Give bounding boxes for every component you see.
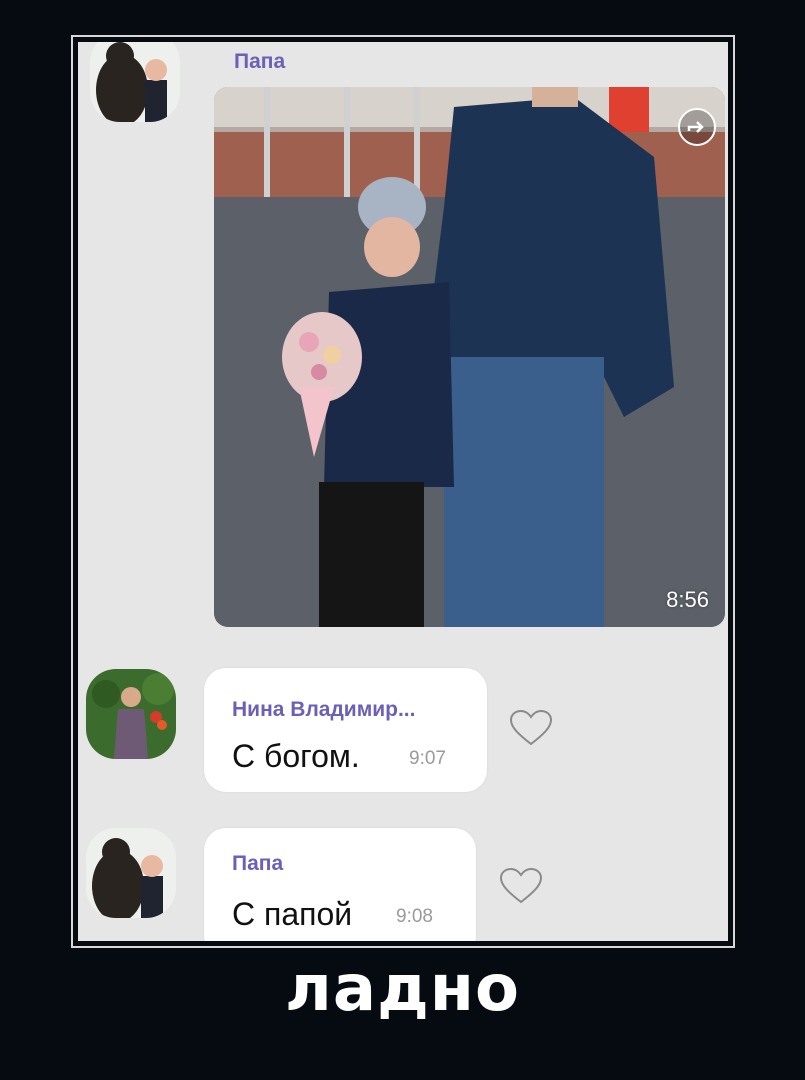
photo-message[interactable]: 8:56 <box>214 87 725 627</box>
bear-and-boy-avatar-icon <box>90 42 180 122</box>
message-text: С папой <box>232 896 353 932</box>
share-icon[interactable] <box>677 107 717 147</box>
avatar-papa-1[interactable] <box>90 42 180 122</box>
message-time: 8:56 <box>666 587 709 612</box>
heart-outline-icon[interactable] <box>508 708 554 753</box>
message-bubble[interactable]: Нина Владимир... С богом. 9:07 <box>204 668 487 792</box>
sender-name: Папа <box>232 852 284 875</box>
chat-screen: Папа 8:56 Нина Владимир... С богом. 9:07… <box>78 42 728 941</box>
sender-name: Папа <box>234 50 286 73</box>
caption: ладно <box>285 952 520 1026</box>
bear-and-boy-avatar-icon <box>86 828 176 918</box>
message-time: 9:08 <box>396 906 433 927</box>
message-text: С богом. <box>232 738 360 774</box>
woman-flowers-avatar-icon <box>86 669 176 759</box>
message-bubble[interactable]: Папа С папой 9:08 <box>204 828 476 941</box>
avatar-papa-2[interactable] <box>86 828 176 918</box>
photo-image <box>214 87 725 627</box>
avatar-nina[interactable] <box>86 669 176 759</box>
heart-outline-icon[interactable] <box>498 866 544 911</box>
sender-name: Нина Владимир... <box>232 698 416 721</box>
message-time: 9:07 <box>409 748 446 769</box>
